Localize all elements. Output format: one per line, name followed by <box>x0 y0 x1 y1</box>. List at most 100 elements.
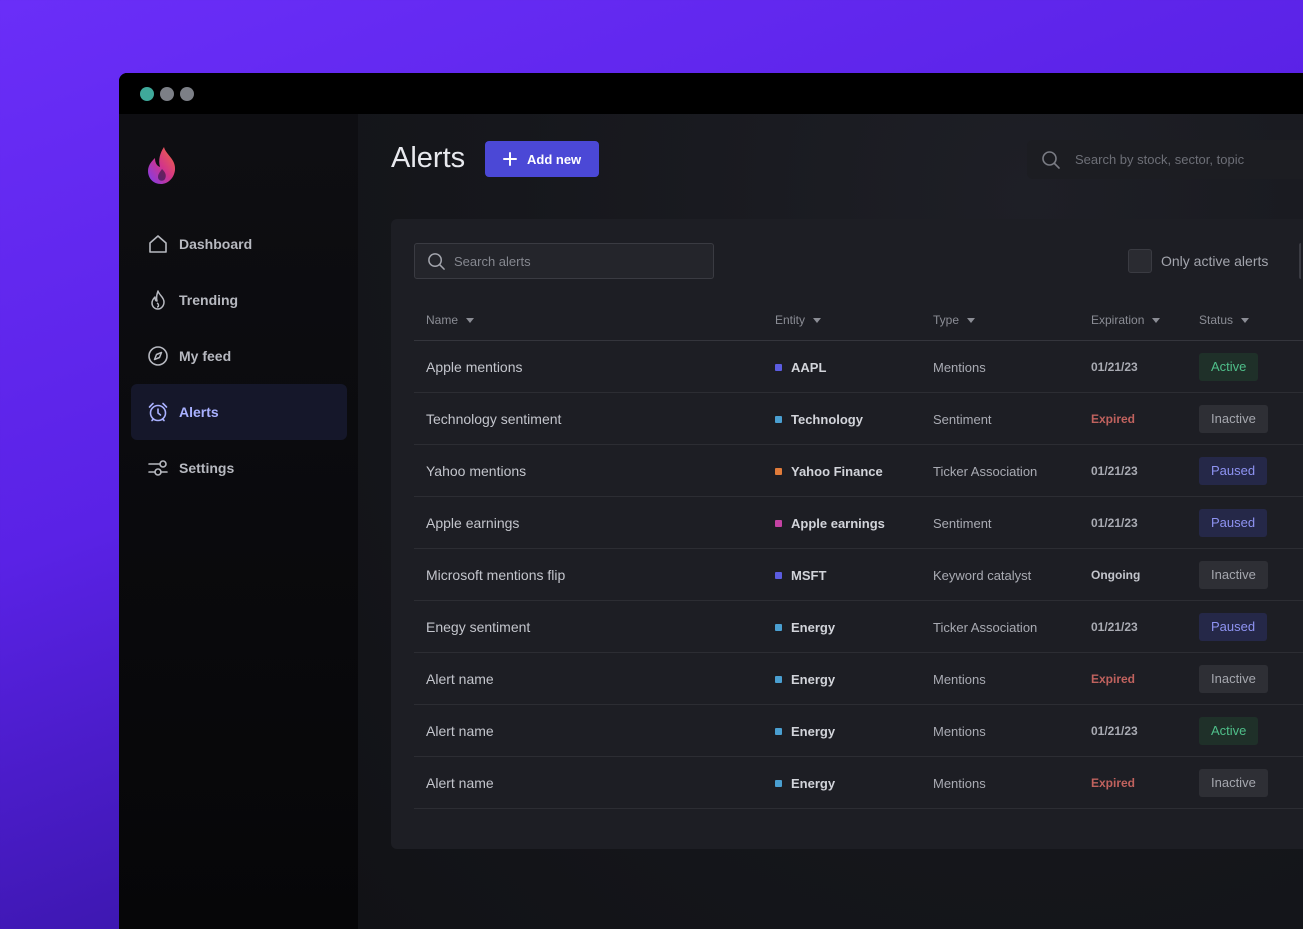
expiration-value: Expired <box>1091 412 1136 426</box>
entity-cell: Yahoo Finance <box>775 464 883 479</box>
entity-label: Energy <box>791 724 836 739</box>
entity-label: Apple earnings <box>791 516 885 531</box>
sidebar-item-label: Alerts <box>179 404 219 420</box>
sidebar-item-trending[interactable]: Trending <box>131 272 347 328</box>
status-badge[interactable]: Paused <box>1199 613 1268 641</box>
flame-logo-icon[interactable] <box>146 145 178 185</box>
only-active-checkbox[interactable] <box>1128 249 1152 273</box>
app-window: Dashboard Trending My feed Alerts Settings A… <box>119 73 1303 929</box>
sort-caret-icon <box>1241 317 1250 323</box>
alerts-panel: Search alerts Only active alerts Name En… <box>391 219 1303 849</box>
column-header-status[interactable]: Status <box>1199 313 1250 327</box>
alert-name: Alert name <box>426 775 494 791</box>
expiration-value: Ongoing <box>1091 568 1141 582</box>
entity-cell: Energy <box>775 776 835 791</box>
sort-caret-icon <box>1152 317 1161 323</box>
sidebar-item-settings[interactable]: Settings <box>131 440 347 496</box>
alerts-table-body: Apple mentions AAPL Mentions 01/21/23 Active… <box>414 341 1303 809</box>
search-icon <box>428 253 445 270</box>
main-content: Alerts Add new Search by stock, sector, … <box>358 114 1303 929</box>
entity-color-swatch <box>775 468 782 475</box>
only-active-toggle[interactable]: Only active alerts <box>1128 249 1268 273</box>
expiration-value: 01/21/23 <box>1091 724 1138 738</box>
title-bar <box>119 73 1303 114</box>
entity-color-swatch <box>775 416 782 423</box>
window-maximize-dot[interactable] <box>180 87 194 101</box>
expiration-value: Expired <box>1091 672 1136 686</box>
only-active-label: Only active alerts <box>1161 253 1269 269</box>
column-header-entity[interactable]: Entity <box>775 313 822 327</box>
status-badge[interactable]: Inactive <box>1199 405 1268 433</box>
entity-label: MSFT <box>791 568 827 583</box>
alert-type: Ticker Association <box>933 464 1038 479</box>
column-header-type[interactable]: Type <box>933 313 976 327</box>
add-new-button[interactable]: Add new <box>485 141 599 177</box>
expiration-value: 01/21/23 <box>1091 464 1138 478</box>
alerts-search-input[interactable]: Search alerts <box>414 243 714 279</box>
sort-caret-icon <box>813 317 822 323</box>
entity-color-swatch <box>775 780 782 787</box>
status-badge[interactable]: Paused <box>1199 509 1268 537</box>
expiration-value: 01/21/23 <box>1091 620 1138 634</box>
sidebar-item-dashboard[interactable]: Dashboard <box>131 216 347 272</box>
alert-name: Apple mentions <box>426 359 523 375</box>
cut-off-control <box>1299 243 1303 279</box>
entity-cell: AAPL <box>775 360 826 375</box>
page-title: Alerts <box>391 142 466 174</box>
sidebar-item-label: My feed <box>179 348 232 364</box>
status-badge[interactable]: Inactive <box>1199 561 1268 589</box>
search-icon <box>1042 151 1060 169</box>
status-badge[interactable]: Inactive <box>1199 769 1268 797</box>
sort-caret-icon <box>466 317 475 323</box>
entity-color-swatch <box>775 728 782 735</box>
column-header-expiration[interactable]: Expiration <box>1091 313 1161 327</box>
status-badge[interactable]: Paused <box>1199 457 1268 485</box>
sidebar-item-alerts[interactable]: Alerts <box>131 384 347 440</box>
alert-type: Sentiment <box>933 516 992 531</box>
entity-cell: Technology <box>775 412 863 427</box>
alert-type: Mentions <box>933 724 986 739</box>
alarm-clock-icon <box>148 402 168 422</box>
alerts-search-placeholder: Search alerts <box>454 254 531 269</box>
status-badge[interactable]: Inactive <box>1199 665 1268 693</box>
entity-cell: MSFT <box>775 568 826 583</box>
sidebar: Dashboard Trending My feed Alerts Settings <box>119 114 358 929</box>
global-search-placeholder: Search by stock, sector, topic <box>1075 152 1245 167</box>
sidebar-item-label: Settings <box>179 460 235 476</box>
expiration-value: 01/21/23 <box>1091 360 1138 374</box>
entity-label: AAPL <box>791 360 827 375</box>
table-row[interactable]: Technology sentiment Technology Sentiment E… <box>414 393 1303 445</box>
status-badge[interactable]: Active <box>1199 353 1259 381</box>
sidebar-item-my-feed[interactable]: My feed <box>131 328 347 384</box>
column-header-name[interactable]: Name <box>426 313 475 327</box>
table-row[interactable]: Alert name Energy Mentions Expired Inactive <box>414 653 1303 705</box>
alert-type: Ticker Association <box>933 620 1038 635</box>
entity-color-swatch <box>775 624 782 631</box>
table-row[interactable]: Apple mentions AAPL Mentions 01/21/23 Active <box>414 341 1303 393</box>
sidebar-item-label: Dashboard <box>179 236 253 252</box>
plus-icon <box>503 152 517 166</box>
alert-name: Enegy sentiment <box>426 619 531 635</box>
alert-name: Alert name <box>426 671 494 687</box>
alert-type: Mentions <box>933 360 986 375</box>
add-new-label: Add new <box>527 151 582 167</box>
compass-icon <box>148 346 168 366</box>
alert-name: Microsoft mentions flip <box>426 567 566 583</box>
global-search-input[interactable]: Search by stock, sector, topic <box>1027 140 1303 179</box>
sort-caret-icon <box>967 317 976 323</box>
table-row[interactable]: Alert name Energy Mentions 01/21/23 Active <box>414 705 1303 757</box>
table-row[interactable]: Yahoo mentions Yahoo Finance Ticker Associ… <box>414 445 1303 497</box>
alert-type: Keyword catalyst <box>933 568 1032 583</box>
alert-type: Mentions <box>933 672 986 687</box>
table-row[interactable]: Apple earnings Apple earnings Sentiment 01/… <box>414 497 1303 549</box>
alert-name: Apple earnings <box>426 515 520 531</box>
table-row[interactable]: Enegy sentiment Energy Ticker Association 0… <box>414 601 1303 653</box>
window-close-dot[interactable] <box>140 87 154 101</box>
status-badge[interactable]: Active <box>1199 717 1259 745</box>
sidebar-item-label: Trending <box>179 292 239 308</box>
table-row[interactable]: Microsoft mentions flip MSFT Keyword catal… <box>414 549 1303 601</box>
window-minimize-dot[interactable] <box>160 87 174 101</box>
entity-label: Technology <box>791 412 863 427</box>
table-row[interactable]: Alert name Energy Mentions Expired Inactive <box>414 757 1303 809</box>
alert-name: Alert name <box>426 723 494 739</box>
